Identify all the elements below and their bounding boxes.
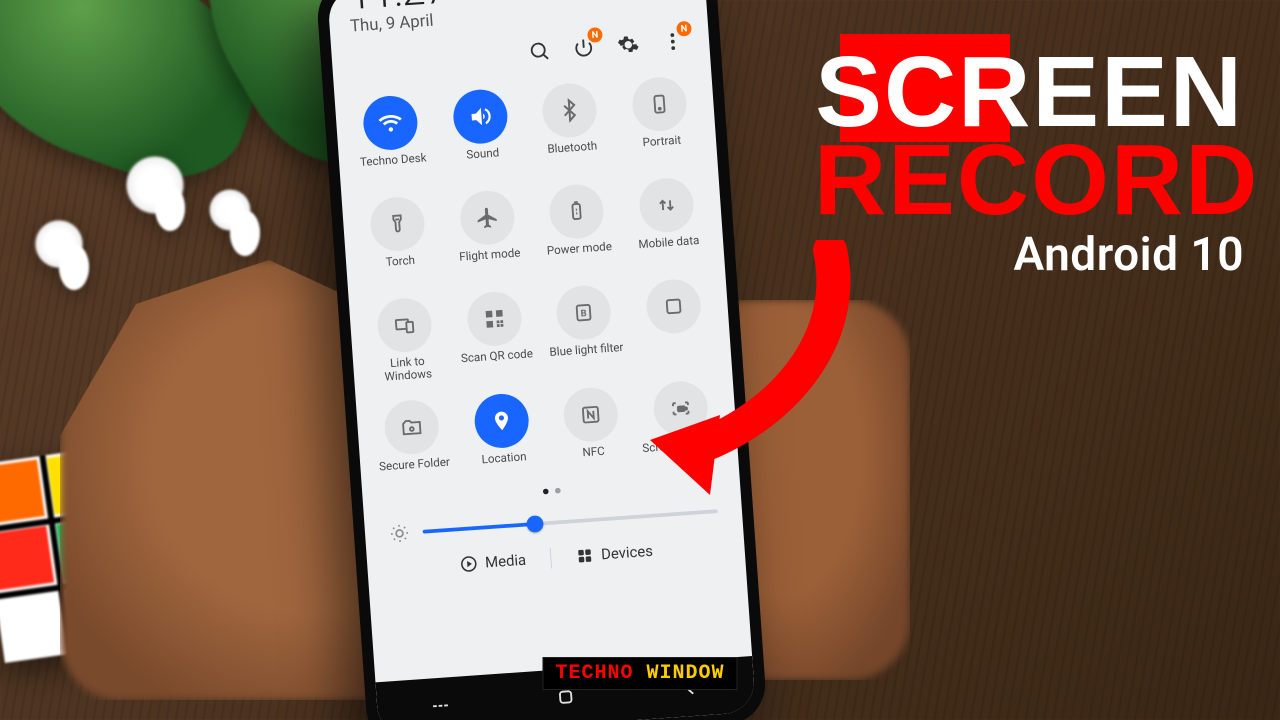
qs-tile-sound[interactable]: Sound xyxy=(435,83,527,181)
torch-icon[interactable] xyxy=(369,195,427,253)
headline-block: SCREEN RECORD Android 10 xyxy=(814,48,1244,282)
sound-icon[interactable] xyxy=(451,88,509,146)
qs-tile-nfc[interactable]: NFC xyxy=(546,381,638,479)
slider-thumb[interactable] xyxy=(526,515,544,533)
quick-settings-grid: Techno DeskSoundBluetoothPortrait TorchFl… xyxy=(334,59,739,492)
qs-tile-label: Techno Desk xyxy=(351,152,436,184)
chevron-down-icon[interactable] xyxy=(696,471,716,491)
qs-tile-label: Scan QR code xyxy=(455,348,540,380)
nfc-icon[interactable] xyxy=(562,386,620,444)
qs-tile-label: Mobile data xyxy=(627,234,712,266)
qs-tile-portrait[interactable]: Portrait xyxy=(614,71,706,169)
qs-tile-screenrec[interactable]: Screen recorder xyxy=(635,375,727,473)
more-icon[interactable]: N xyxy=(658,27,688,57)
qs-tile-flight[interactable]: Flight mode xyxy=(442,184,534,282)
qs-tile-label: Power mode xyxy=(537,240,622,272)
qs-tile-bluetooth[interactable]: Bluetooth xyxy=(525,77,617,175)
flight-icon[interactable] xyxy=(458,189,516,247)
bluelight-icon[interactable]: B xyxy=(555,284,613,342)
media-button[interactable]: Media xyxy=(458,550,526,575)
page-dot-active xyxy=(542,488,548,494)
qs-tile-label: Location xyxy=(462,449,547,481)
qs-tile-label: Secure Folder xyxy=(372,456,457,488)
search-icon[interactable] xyxy=(524,36,554,66)
portrait-icon[interactable] xyxy=(630,75,688,133)
media-button-label: Media xyxy=(485,551,527,571)
qs-tile-label: Blue light filter xyxy=(544,341,629,373)
qs-tile-hidden1[interactable] xyxy=(628,273,720,372)
phone-frame: 11:27 Thu, 9 April N N xyxy=(315,0,768,720)
screenrec-icon[interactable] xyxy=(652,379,710,437)
channel-watermark: TECHNO WINDOW xyxy=(542,657,737,690)
headline-line2: RECORD xyxy=(814,124,1259,236)
phone-screen: 11:27 Thu, 9 April N N xyxy=(327,0,756,720)
separator xyxy=(549,548,551,568)
notification-badge: N xyxy=(587,27,603,43)
qs-tile-wifi[interactable]: Techno Desk xyxy=(346,89,438,187)
power-mode-icon[interactable] xyxy=(548,183,606,241)
watermark-part-b: WINDOW xyxy=(647,662,725,685)
qr-icon[interactable] xyxy=(466,290,524,348)
qs-tile-qr[interactable]: Scan QR code xyxy=(449,285,541,384)
qs-tile-label: Flight mode xyxy=(448,246,533,278)
qs-tile-link-win[interactable]: Link to Windows xyxy=(360,292,452,391)
watermark-part-a: TECHNO xyxy=(555,662,646,685)
thumbnail-scene: 11:27 Thu, 9 April N N xyxy=(0,0,1280,720)
power-icon[interactable]: N xyxy=(569,33,599,63)
location-icon[interactable] xyxy=(473,392,531,450)
notification-badge: N xyxy=(676,21,692,37)
qs-tile-label: Sound xyxy=(441,145,526,177)
qs-tile-label: Bluetooth xyxy=(530,139,615,171)
qs-tile-power-mode[interactable]: Power mode xyxy=(532,178,624,276)
flower-decor xyxy=(205,185,255,235)
hidden1-icon[interactable] xyxy=(645,278,703,336)
flower-decor xyxy=(30,215,88,273)
qs-tile-location[interactable]: Location xyxy=(456,387,548,485)
qs-tile-mobile-data[interactable]: Mobile data xyxy=(621,172,713,270)
page-dot xyxy=(554,487,560,493)
qs-tile-torch[interactable]: Torch xyxy=(353,190,445,288)
link-win-icon[interactable] xyxy=(376,296,434,354)
qs-tile-label xyxy=(634,335,719,367)
secure-icon[interactable] xyxy=(383,398,441,456)
qs-tile-bluelight[interactable]: B Blue light filter xyxy=(539,279,631,378)
devices-button-label: Devices xyxy=(601,542,654,563)
brightness-icon xyxy=(389,522,411,544)
mobile-data-icon[interactable] xyxy=(638,176,696,234)
flower-decor xyxy=(120,150,190,220)
bluetooth-icon[interactable] xyxy=(541,82,599,140)
qs-tile-label: Torch xyxy=(358,253,443,285)
recents-button[interactable] xyxy=(428,694,452,718)
qs-tile-label: Screen recorder xyxy=(641,437,726,469)
qs-tile-label: Portrait xyxy=(620,133,705,165)
wifi-icon[interactable] xyxy=(362,94,420,152)
qs-tile-secure[interactable]: Secure Folder xyxy=(367,393,459,491)
qs-tile-label: Link to Windows xyxy=(365,354,450,387)
headline-subtitle: Android 10 xyxy=(814,228,1244,282)
qs-tile-label: NFC xyxy=(551,443,636,475)
svg-text:B: B xyxy=(581,308,588,319)
gear-icon[interactable] xyxy=(613,30,643,60)
devices-button[interactable]: Devices xyxy=(574,541,653,567)
